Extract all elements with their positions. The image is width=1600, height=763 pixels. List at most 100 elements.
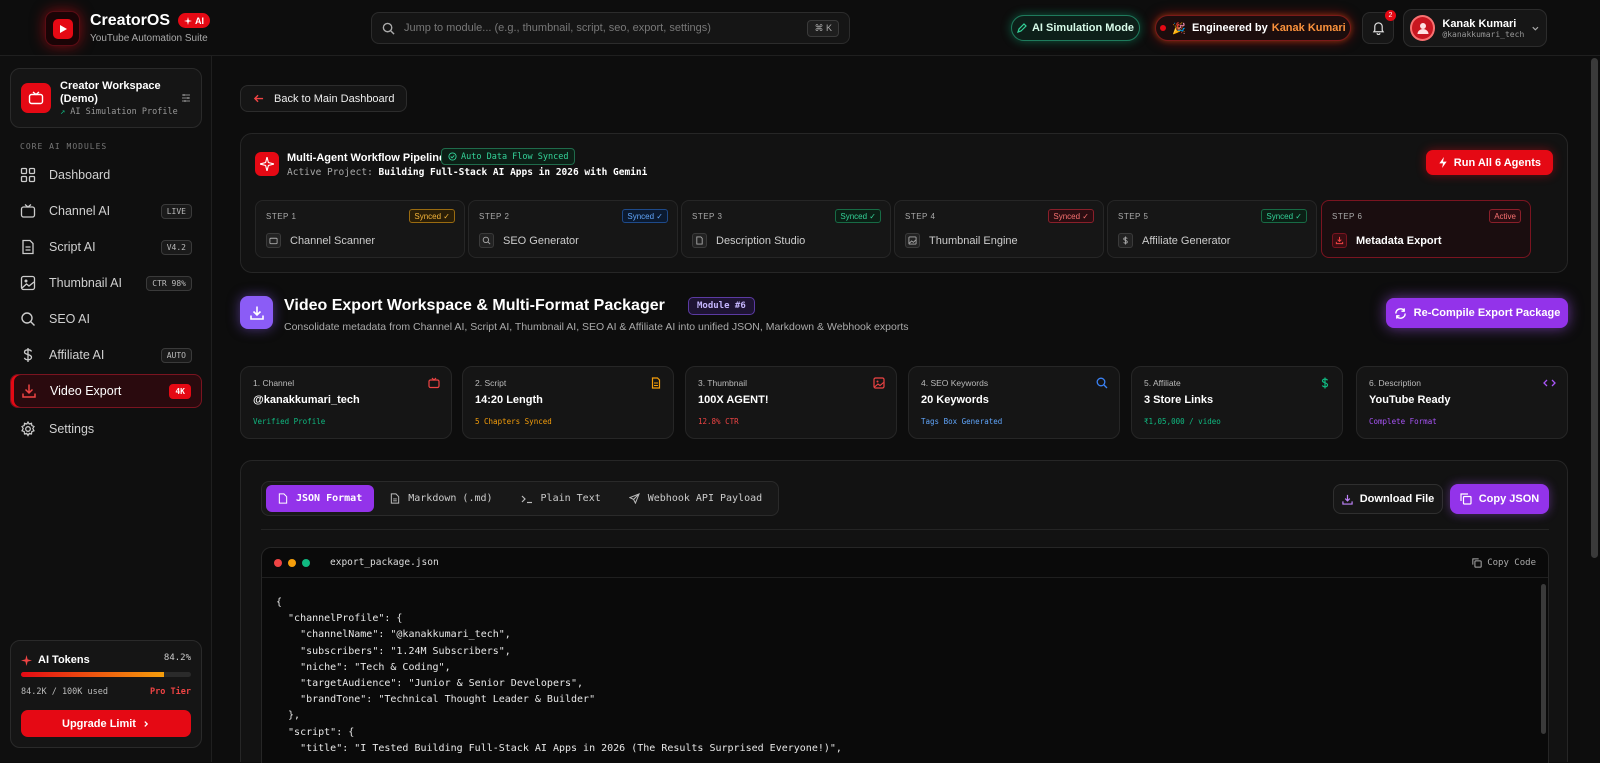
recompile-export-button[interactable]: Re-Compile Export Package — [1386, 298, 1568, 328]
module-search[interactable]: ⌘ K — [371, 12, 850, 44]
step-label-text: Metadata Export — [1356, 234, 1442, 247]
sidebar-item-affiliate-ai[interactable]: Affiliate AI AUTO — [10, 338, 202, 372]
sidebar-item-seo-ai[interactable]: SEO AI — [10, 302, 202, 336]
step-number: STEP 1 — [266, 212, 297, 221]
download-icon — [1332, 233, 1347, 248]
lightning-icon — [1439, 157, 1447, 168]
sidebar-item-channel-ai[interactable]: Channel AI LIVE — [10, 194, 202, 228]
tab-label: Plain Text — [540, 493, 601, 504]
user-name: Kanak Kumari — [1442, 17, 1517, 30]
tab-label: Markdown (.md) — [408, 493, 493, 504]
summary-card-description[interactable]: 6. Description YouTube Ready Complete Fo… — [1356, 366, 1568, 439]
sidebar-item-dashboard[interactable]: Dashboard — [10, 158, 202, 192]
card-sub: ₹1,05,000 / video — [1144, 417, 1221, 426]
notifications-button[interactable]: 2 — [1362, 10, 1396, 44]
project-name: Building Full-Stack AI Apps in 2026 with… — [378, 167, 648, 178]
code-scrollbar[interactable] — [1541, 584, 1546, 734]
code-filename: export_package.json — [330, 557, 439, 568]
document-icon — [278, 493, 288, 504]
pipeline-step-5[interactable]: STEP 5 Synced ✓ Affiliate Generator — [1107, 200, 1317, 258]
pipeline-step-2[interactable]: STEP 2 Synced ✓ SEO Generator — [468, 200, 678, 258]
brand-subtitle: YouTube Automation Suite — [90, 33, 208, 44]
logo-play-icon[interactable] — [45, 11, 80, 46]
card-value: @kanakkumari_tech — [253, 394, 360, 406]
tokens-progress-fill — [21, 672, 165, 677]
code-line: "title": "I Tested Building Full-Stack A… — [276, 742, 842, 754]
run-all-agents-button[interactable]: Run All 6 Agents — [1425, 150, 1553, 175]
upgrade-limit-button[interactable]: Upgrade Limit — [21, 710, 191, 737]
sidebar-item-script-ai[interactable]: Script AI V4.2 — [10, 230, 202, 264]
pipeline-step-4[interactable]: STEP 4 Synced ✓ Thumbnail Engine — [894, 200, 1104, 258]
summary-card-seo-keywords[interactable]: 4. SEO Keywords 20 Keywords Tags Box Gen… — [908, 366, 1120, 439]
ai-simulation-mode-toggle[interactable]: AI Simulation Mode — [1011, 15, 1140, 41]
workspace-title: Creator Workspace (Demo) — [60, 80, 161, 105]
tab-plain-text[interactable]: Plain Text — [509, 485, 613, 512]
sidebar-item-video-export[interactable]: Video Export 4K — [10, 374, 202, 408]
card-sub: Complete Format — [1369, 417, 1437, 426]
pipeline-step-3[interactable]: STEP 3 Synced ✓ Description Studio — [681, 200, 891, 258]
refresh-icon — [1394, 307, 1406, 319]
user-icon — [1417, 23, 1429, 34]
summary-card-thumbnail[interactable]: 3. Thumbnail 100X AGENT! 12.8% CTR — [685, 366, 897, 439]
sidebar-item-label: Affiliate AI — [49, 348, 105, 362]
page-scrollbar[interactable] — [1591, 58, 1598, 558]
recompile-label: Re-Compile Export Package — [1413, 307, 1561, 319]
user-handle: @kanakkumari_tech — [1442, 29, 1525, 39]
sidebar-item-tag: AUTO — [160, 347, 192, 363]
search-icon — [1096, 377, 1108, 389]
sidebar-item-settings[interactable]: Settings — [10, 412, 202, 446]
step-label: Channel Scanner — [266, 233, 375, 248]
user-menu[interactable]: Kanak Kumari @kanakkumari_tech — [1403, 9, 1547, 47]
project-prefix: Active Project: — [287, 167, 373, 178]
sidebar-item-tag: CTR 98% — [146, 275, 192, 291]
chevron-down-icon — [1532, 26, 1539, 31]
sparkle-icon — [21, 654, 32, 666]
summary-card-script[interactable]: 2. Script 14:20 Length 5 Chapters Synced — [462, 366, 674, 439]
bell-icon — [1372, 22, 1384, 35]
back-to-dashboard-button[interactable]: Back to Main Dashboard — [240, 85, 408, 112]
code-line: "subscribers": "1.24M Subscribers", — [276, 645, 511, 657]
module-subtitle: Consolidate metadata from Channel AI, Sc… — [284, 321, 909, 333]
engineered-prefix: Engineered by — [1191, 22, 1268, 34]
document-icon — [22, 239, 34, 255]
search-input[interactable] — [404, 22, 799, 34]
step-label-text: Description Studio — [716, 234, 806, 247]
download-icon — [22, 384, 36, 398]
card-value: 14:20 Length — [475, 394, 543, 406]
copy-code-button[interactable]: Copy Code — [1472, 558, 1536, 568]
sliders-icon[interactable] — [181, 93, 191, 103]
engineered-by-badge[interactable]: 🎉 Engineered by Kanak Kumari — [1155, 15, 1351, 41]
pipeline-step-6[interactable]: STEP 6 Active Metadata Export — [1321, 200, 1531, 258]
workspace-switcher[interactable]: Creator Workspace (Demo) ↗ AI Simulation… — [10, 68, 202, 128]
ai-tokens-title: AI Tokens — [21, 654, 90, 666]
sidebar-item-label: Settings — [49, 422, 95, 436]
trend-icon: ↗ — [60, 107, 66, 117]
copy-code-label: Copy Code — [1487, 557, 1536, 568]
tab-json-format[interactable]: JSON Format — [266, 485, 375, 512]
top-bar: CreatorOS AI YouTube Automation Suite ⌘ … — [0, 0, 1600, 56]
step-label: Affiliate Generator — [1118, 233, 1230, 248]
arrow-left-icon — [253, 94, 264, 103]
summary-card-channel[interactable]: 1. Channel @kanakkumari_tech Verified Pr… — [240, 366, 452, 439]
copy-json-button[interactable]: Copy JSON — [1450, 484, 1549, 514]
tv-icon — [428, 377, 440, 389]
pipeline-step-1[interactable]: STEP 1 Synced ✓ Channel Scanner — [255, 200, 465, 258]
document-icon — [391, 493, 400, 504]
tab-markdown[interactable]: Markdown (.md) — [378, 485, 504, 512]
export-panel: JSON Format Markdown (.md) Plain Text We… — [240, 460, 1568, 763]
card-value: 3 Store Links — [1144, 394, 1214, 406]
tab-webhook-payload[interactable]: Webhook API Payload — [617, 485, 774, 512]
section-label: CORE AI MODULES — [20, 142, 108, 151]
sidebar-item-tag: LIVE — [160, 203, 192, 219]
workspace-subtitle: ↗ AI Simulation Profile — [60, 107, 178, 117]
image-icon — [873, 377, 885, 389]
sidebar-item-thumbnail-ai[interactable]: Thumbnail AI CTR 98% — [10, 266, 202, 300]
divider — [261, 529, 1549, 530]
summary-card-affiliate[interactable]: 5. Affiliate 3 Store Links ₹1,05,000 / v… — [1131, 366, 1343, 439]
card-sub: Verified Profile — [253, 417, 326, 426]
module-badge: Module #6 — [688, 297, 755, 315]
code-viewer[interactable]: export_package.json Copy Code { "channel… — [261, 547, 1549, 763]
download-file-button[interactable]: Download File — [1333, 484, 1443, 514]
card-label: 6. Description — [1369, 378, 1421, 388]
tab-label: JSON Format — [296, 493, 363, 504]
